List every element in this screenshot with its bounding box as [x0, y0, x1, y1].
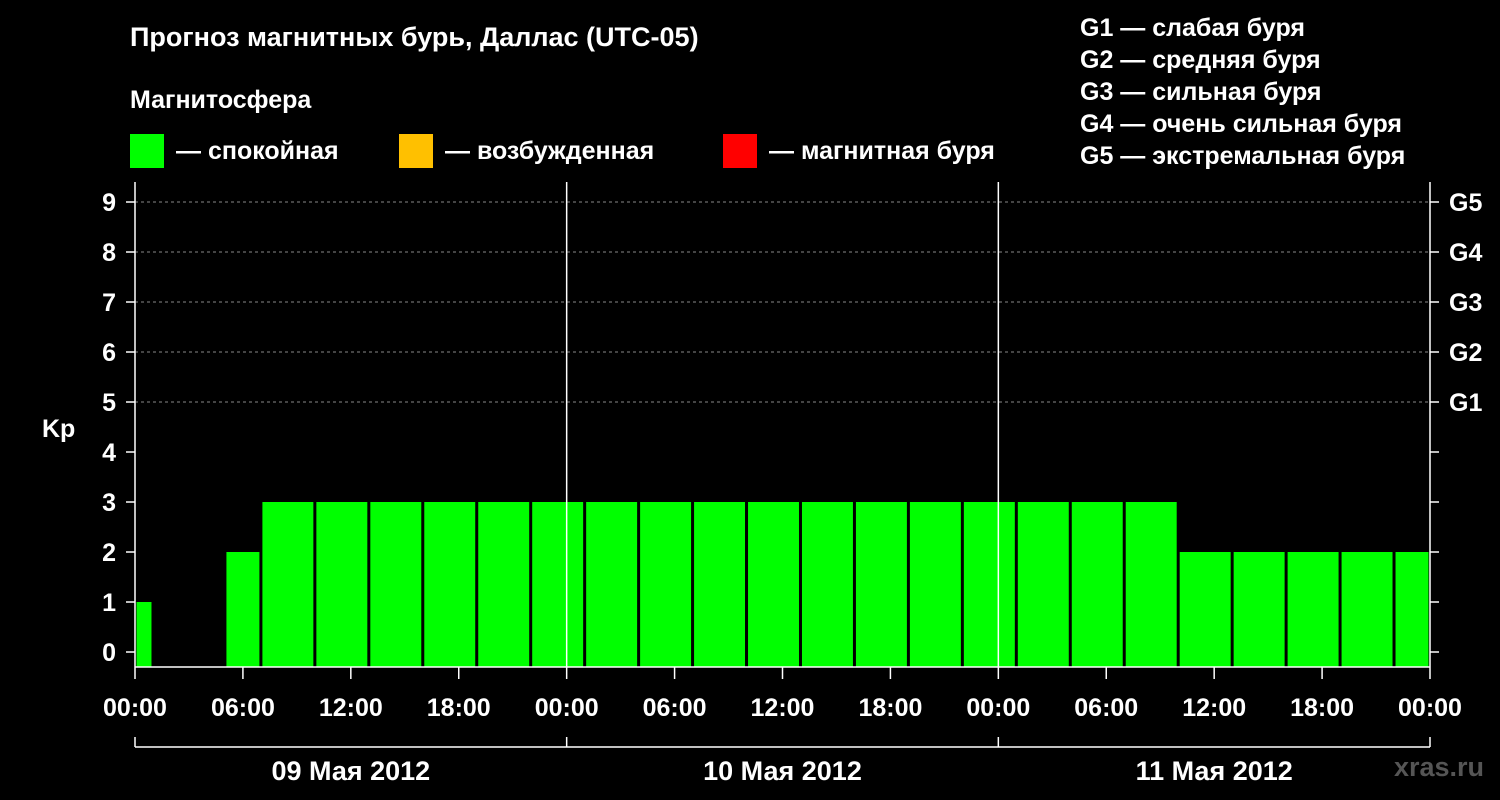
bar-16	[963, 502, 1015, 667]
bar-23	[1341, 552, 1393, 667]
bar-24	[1395, 552, 1429, 667]
bar-20	[1179, 552, 1231, 667]
x-tick-label-6: 12:00	[751, 694, 815, 722]
g-label-g4: G4	[1449, 239, 1482, 267]
y-tick-label-7: 7	[102, 289, 116, 317]
y-tick-label-0: 0	[102, 639, 116, 667]
x-tick-label-12: 00:00	[1398, 694, 1462, 722]
bar-9	[586, 502, 638, 667]
bar-18	[1071, 502, 1123, 667]
x-tick-label-10: 12:00	[1182, 694, 1246, 722]
x-tick-label-0: 00:00	[103, 694, 167, 722]
x-tick-label-1: 06:00	[211, 694, 275, 722]
bar-6	[424, 502, 476, 667]
x-tick-label-11: 18:00	[1290, 694, 1354, 722]
bar-14	[855, 502, 907, 667]
y-tick-label-5: 5	[102, 389, 116, 417]
y-tick-label-8: 8	[102, 239, 116, 267]
y-tick-label-1: 1	[102, 589, 116, 617]
g-label-g2: G2	[1449, 339, 1482, 367]
x-tick-label-2: 12:00	[319, 694, 383, 722]
g-label-g3: G3	[1449, 289, 1482, 317]
y-axis-title: Kp	[42, 415, 75, 443]
y-tick-label-4: 4	[102, 439, 116, 467]
bar-17	[1017, 502, 1069, 667]
bar-5	[370, 502, 422, 667]
bar-19	[1125, 502, 1177, 667]
y-tick-label-3: 3	[102, 489, 116, 517]
bar-13	[801, 502, 853, 667]
g-label-g1: G1	[1449, 389, 1482, 417]
y-tick-label-2: 2	[102, 539, 116, 567]
day-label-2: 11 Мая 2012	[1136, 756, 1293, 786]
bar-3	[262, 502, 314, 667]
x-tick-label-8: 00:00	[966, 694, 1030, 722]
day-label-0: 09 Мая 2012	[271, 756, 430, 786]
x-tick-label-3: 18:00	[427, 694, 491, 722]
bar-15	[909, 502, 961, 667]
bar-21	[1233, 552, 1285, 667]
day-label-1: 10 Мая 2012	[703, 756, 862, 786]
bar-8	[532, 502, 584, 667]
x-tick-label-9: 06:00	[1074, 694, 1138, 722]
y-tick-label-9: 9	[102, 189, 116, 217]
bar-11	[694, 502, 746, 667]
bar-12	[748, 502, 799, 667]
bar-2	[226, 552, 260, 667]
x-tick-label-5: 06:00	[643, 694, 707, 722]
y-tick-label-6: 6	[102, 339, 116, 367]
x-tick-label-7: 18:00	[858, 694, 922, 722]
bar-0	[136, 602, 152, 667]
bar-4	[316, 502, 368, 667]
x-tick-label-4: 00:00	[535, 694, 599, 722]
bar-22	[1287, 552, 1339, 667]
g-label-g5: G5	[1449, 189, 1482, 217]
bar-10	[640, 502, 692, 667]
bar-7	[478, 502, 530, 667]
watermark: xras.ru	[1393, 752, 1484, 782]
kp-bar-chart: 0 1 2 3 4 5 6 7 8 9 G1 G2 G3 G4 G5 Kp 00:00 06:00 12:00 18:…	[42, 182, 1482, 786]
